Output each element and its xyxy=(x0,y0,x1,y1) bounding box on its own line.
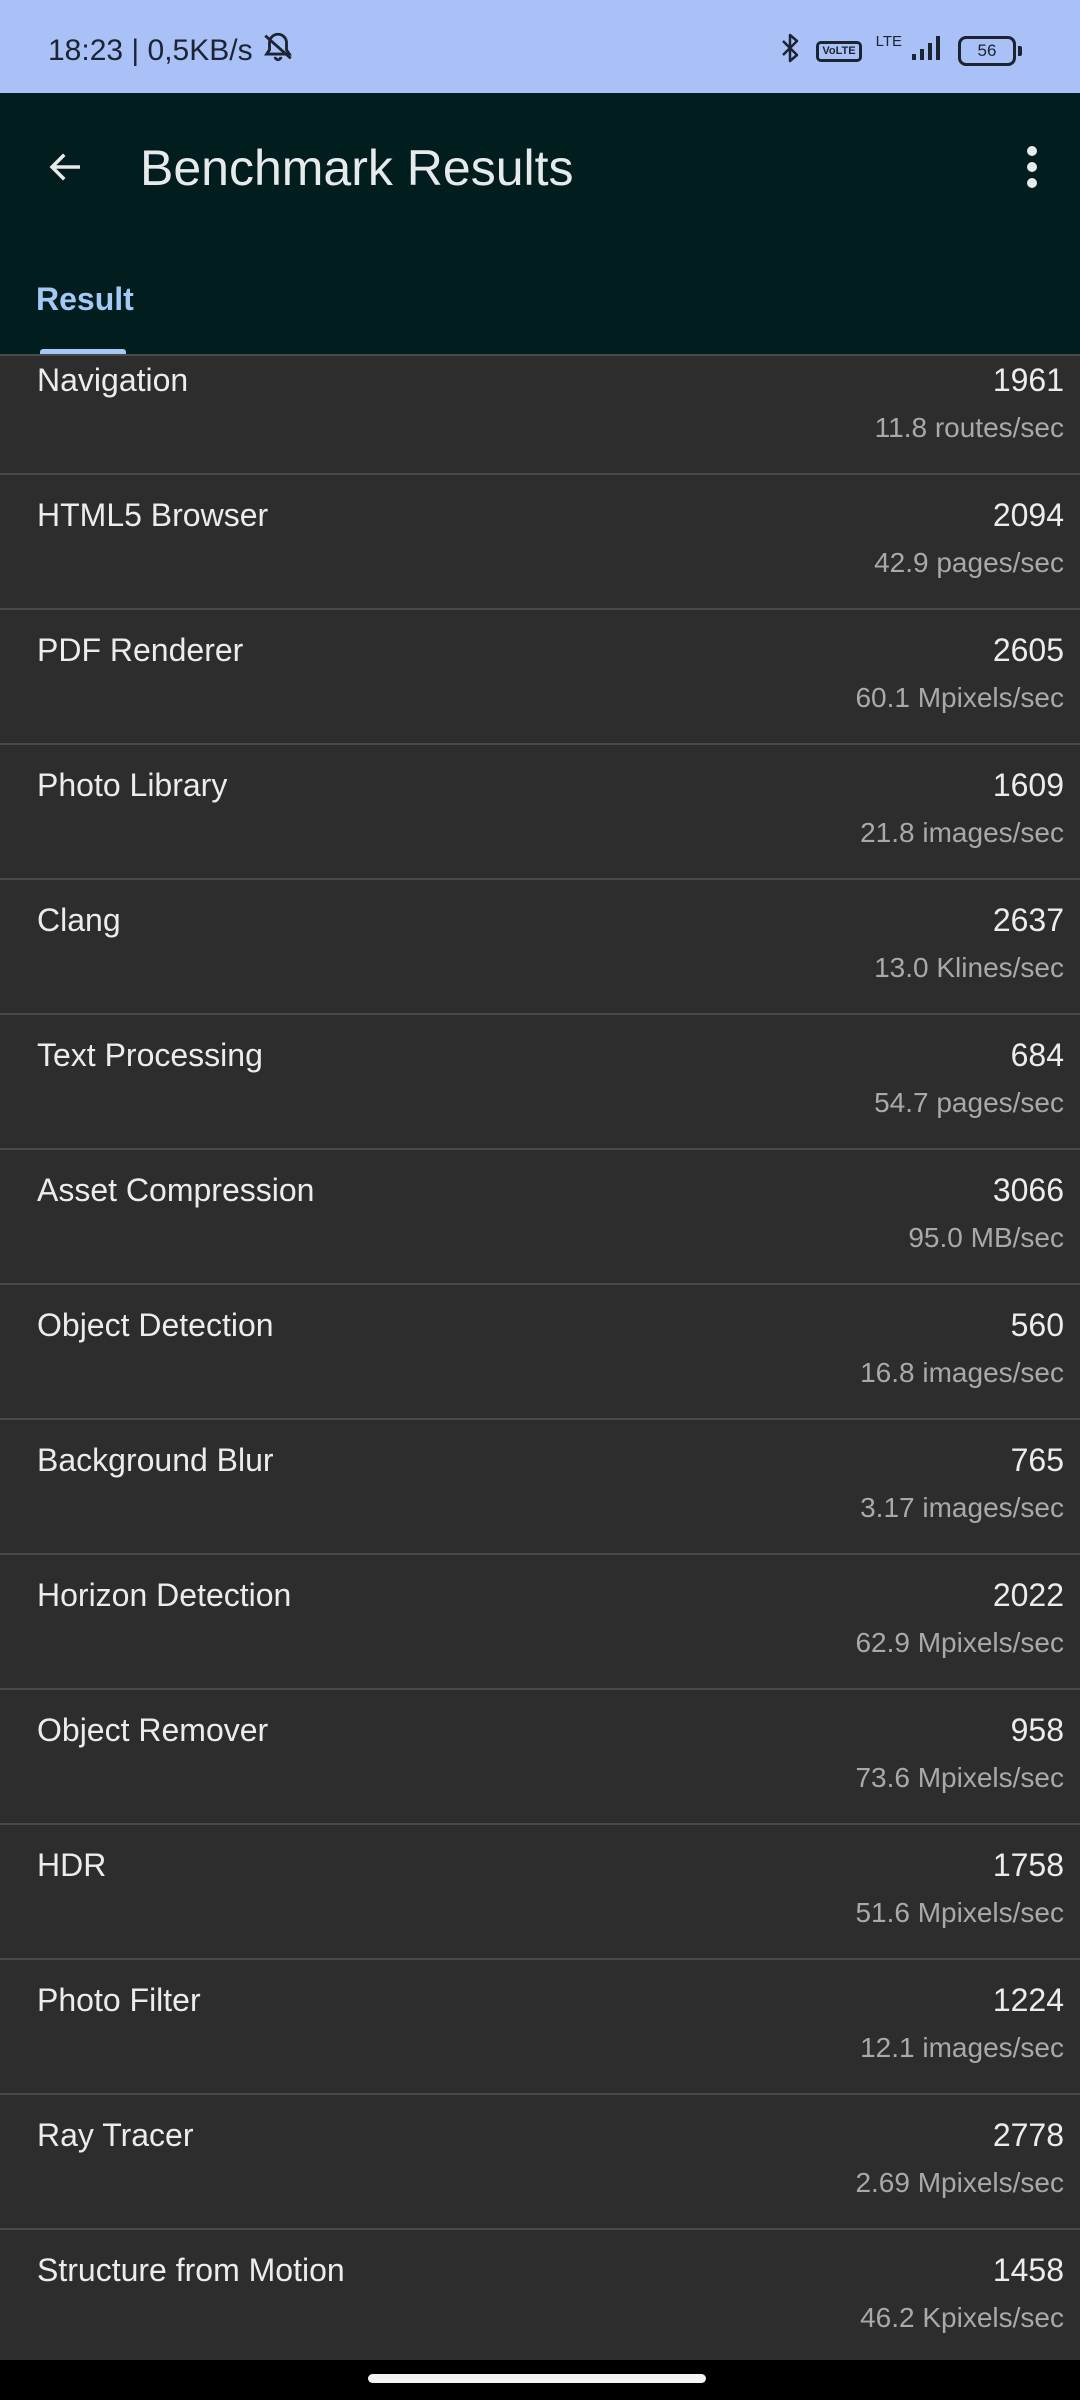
list-item[interactable]: Ray Tracer 2778 2.69 Mpixels/sec xyxy=(0,2095,1080,2230)
benchmark-rate: 95.0 MB/sec xyxy=(908,1222,1064,1253)
benchmark-score: 1758 xyxy=(992,1847,1064,1883)
benchmark-name: Asset Compression xyxy=(37,1172,315,1208)
app-bar: Benchmark Results Result xyxy=(0,93,1080,355)
benchmark-score: 2094 xyxy=(992,497,1064,533)
time-and-speed: 18:23 | 0,5KB/s xyxy=(48,34,253,67)
status-bar: 18:23 | 0,5KB/s VoLTE LTE 56 xyxy=(0,0,1080,93)
benchmark-name: Object Detection xyxy=(37,1307,274,1343)
benchmark-score: 1224 xyxy=(992,1982,1064,2018)
list-item[interactable]: Object Detection 560 16.8 images/sec xyxy=(0,1285,1080,1420)
benchmark-name: Photo Library xyxy=(37,767,228,803)
benchmark-rate: 11.8 routes/sec xyxy=(874,412,1064,443)
list-item[interactable]: Background Blur 765 3.17 images/sec xyxy=(0,1420,1080,1555)
benchmark-rate: 51.6 Mpixels/sec xyxy=(855,1897,1064,1928)
home-gesture-handle[interactable] xyxy=(368,2374,706,2383)
benchmark-rate: 46.2 Kpixels/sec xyxy=(860,2302,1064,2333)
more-vert-icon xyxy=(1026,145,1038,194)
status-right: VoLTE LTE 56 xyxy=(778,32,1022,70)
back-button[interactable] xyxy=(30,133,102,205)
list-item[interactable]: HDR 1758 51.6 Mpixels/sec xyxy=(0,1825,1080,1960)
benchmark-rate: 2.69 Mpixels/sec xyxy=(855,2167,1064,2198)
benchmark-name: PDF Renderer xyxy=(37,632,244,668)
benchmark-name: Clang xyxy=(37,902,121,938)
lte-label: LTE xyxy=(875,32,902,50)
benchmark-name: Text Processing xyxy=(37,1037,263,1073)
benchmark-score: 2605 xyxy=(992,632,1064,668)
navigation-bar xyxy=(0,2360,1080,2400)
benchmark-rate: 16.8 images/sec xyxy=(860,1357,1064,1388)
benchmark-rate: 42.9 pages/sec xyxy=(874,547,1064,578)
list-item[interactable]: Object Remover 958 73.6 Mpixels/sec xyxy=(0,1690,1080,1825)
signal-icon xyxy=(910,34,944,68)
benchmark-name: Navigation xyxy=(37,362,189,398)
benchmark-rate: 3.17 images/sec xyxy=(860,1492,1064,1523)
benchmark-name: HDR xyxy=(37,1847,107,1883)
benchmark-score: 1609 xyxy=(992,767,1064,803)
results-list[interactable]: Navigation 1961 11.8 routes/sec HTML5 Br… xyxy=(0,354,1080,2362)
arrow-back-icon xyxy=(45,146,87,193)
list-item[interactable]: PDF Renderer 2605 60.1 Mpixels/sec xyxy=(0,610,1080,745)
list-item[interactable]: Photo Library 1609 21.8 images/sec xyxy=(0,745,1080,880)
benchmark-rate: 73.6 Mpixels/sec xyxy=(855,1762,1064,1793)
battery-level: 56 xyxy=(958,36,1016,66)
more-options-button[interactable] xyxy=(1002,133,1062,205)
list-item[interactable]: Navigation 1961 11.8 routes/sec xyxy=(0,356,1080,475)
benchmark-rate: 62.9 Mpixels/sec xyxy=(855,1627,1064,1658)
benchmark-score: 765 xyxy=(1010,1442,1064,1478)
benchmark-score: 2022 xyxy=(992,1577,1064,1613)
benchmark-name: Horizon Detection xyxy=(37,1577,292,1613)
benchmark-name: Object Remover xyxy=(37,1712,269,1748)
benchmark-name: Ray Tracer xyxy=(37,2117,194,2153)
battery-icon: 56 xyxy=(958,36,1022,66)
benchmark-score: 3066 xyxy=(992,1172,1064,1208)
list-item[interactable]: Structure from Motion 1458 46.2 Kpixels/… xyxy=(0,2230,1080,2362)
list-item[interactable]: Text Processing 684 54.7 pages/sec xyxy=(0,1015,1080,1150)
list-item[interactable]: Photo Filter 1224 12.1 images/sec xyxy=(0,1960,1080,2095)
benchmark-score: 2778 xyxy=(992,2117,1064,2153)
benchmark-rate: 13.0 Klines/sec xyxy=(874,952,1064,983)
benchmark-score: 2637 xyxy=(992,902,1064,938)
list-item[interactable]: Asset Compression 3066 95.0 MB/sec xyxy=(0,1150,1080,1285)
page-title: Benchmark Results xyxy=(140,140,574,196)
list-item[interactable]: HTML5 Browser 2094 42.9 pages/sec xyxy=(0,475,1080,610)
list-item[interactable]: Clang 2637 13.0 Klines/sec xyxy=(0,880,1080,1015)
list-item[interactable]: Horizon Detection 2022 62.9 Mpixels/sec xyxy=(0,1555,1080,1690)
benchmark-score: 1961 xyxy=(992,362,1064,398)
benchmark-score: 560 xyxy=(1010,1307,1064,1343)
benchmark-rate: 60.1 Mpixels/sec xyxy=(855,682,1064,713)
volte-icon: VoLTE xyxy=(816,40,862,62)
tab-result[interactable]: Result xyxy=(36,281,134,318)
benchmark-rate: 12.1 images/sec xyxy=(860,2032,1064,2063)
benchmark-score: 684 xyxy=(1010,1037,1064,1073)
benchmark-score: 958 xyxy=(1010,1712,1064,1748)
benchmark-name: Structure from Motion xyxy=(37,2252,345,2288)
bell-off-icon xyxy=(261,30,295,72)
benchmark-rate: 54.7 pages/sec xyxy=(874,1087,1064,1118)
benchmark-score: 1458 xyxy=(992,2252,1064,2288)
benchmark-name: HTML5 Browser xyxy=(37,497,269,533)
benchmark-name: Photo Filter xyxy=(37,1982,201,2018)
bluetooth-icon xyxy=(778,32,802,70)
benchmark-name: Background Blur xyxy=(37,1442,274,1478)
benchmark-rate: 21.8 images/sec xyxy=(860,817,1064,848)
status-left: 18:23 | 0,5KB/s xyxy=(48,30,295,72)
